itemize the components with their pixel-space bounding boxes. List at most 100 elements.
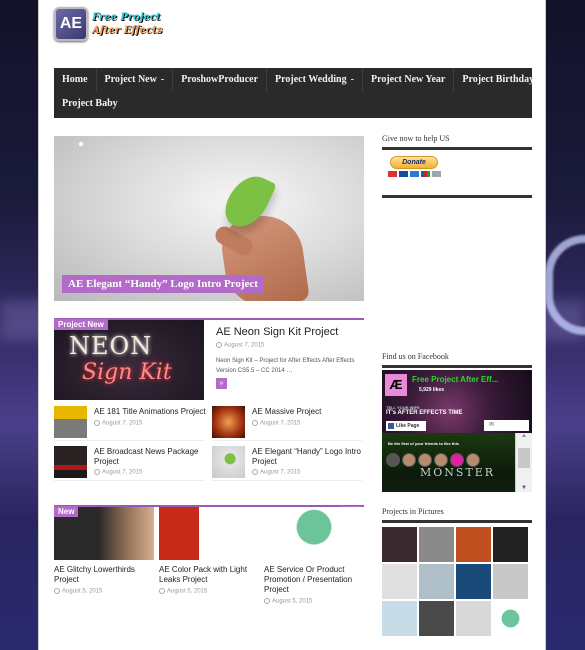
fan-avatar[interactable] (418, 453, 432, 467)
list-item[interactable]: AE Elegant “Handy” Logo Intro Project Au… (212, 443, 362, 481)
site-logo[interactable]: AE Free Project After Effects (54, 7, 162, 41)
facebook-friends-text: Be the first of your friends to like thi… (388, 441, 459, 446)
fan-avatar[interactable] (402, 453, 416, 467)
ae-logo-icon: AE (54, 7, 88, 41)
logo-line-1: Free Project (92, 12, 161, 23)
main-navigation: Home Project New - ProshowProducer Projec… (54, 68, 534, 118)
post-title[interactable]: AE Broadcast News Package Project (94, 447, 206, 467)
section-label[interactable]: Project New (54, 319, 108, 330)
post-thumbnail[interactable] (264, 507, 364, 560)
bank-card-icon (432, 171, 441, 177)
clock-icon (54, 588, 60, 594)
list-item[interactable]: AE Massive Project August 7, 2015 (212, 403, 362, 441)
facebook-message-button[interactable]: ✉ (484, 420, 529, 431)
clock-icon (216, 342, 222, 348)
post-title[interactable]: AE Service Or Product Promotion / Presen… (264, 565, 364, 595)
nav-label: Project New (104, 74, 157, 85)
post-thumbnail[interactable] (54, 406, 87, 438)
scroll-down-icon[interactable]: ▼ (516, 485, 532, 491)
facebook-like-button[interactable]: Like Page (386, 421, 426, 431)
nav-item-home[interactable]: Home (54, 68, 97, 92)
date-text: August 7, 2015 (102, 420, 143, 427)
fan-avatar[interactable] (434, 453, 448, 467)
facebook-page-avatar[interactable]: Æ (385, 374, 407, 396)
divider (382, 195, 532, 198)
clock-icon (252, 420, 258, 426)
nav-label: Project Birthday (462, 74, 535, 85)
picture-thumbnail[interactable] (456, 601, 491, 636)
scrollbar-thumb[interactable] (518, 448, 530, 468)
facebook-page-name[interactable]: Free Project After Eff... (412, 375, 498, 384)
nav-label: Project New Year (370, 74, 446, 85)
featured-post-title[interactable]: AE Neon Sign Kit Project (216, 326, 338, 338)
carousel-item[interactable]: AE Service Or Product Promotion / Presen… (264, 507, 364, 605)
nav-label: Project Wedding (275, 74, 347, 85)
picture-thumbnail[interactable] (456, 527, 491, 562)
picture-thumbnail[interactable] (456, 564, 491, 599)
picture-thumbnail[interactable] (419, 601, 454, 636)
list-item[interactable]: AE Broadcast News Package Project August… (54, 443, 204, 481)
carousel-item[interactable]: AE Glitchy Lowerthirds Project August 5,… (54, 507, 154, 595)
amex-icon (410, 171, 419, 177)
jcb-icon (421, 171, 430, 177)
slider-pagination-dot[interactable] (79, 142, 83, 146)
fan-avatar[interactable] (466, 453, 480, 467)
featured-post-image[interactable]: NEON Sign Kit (54, 320, 204, 400)
date-text: August 5, 2015 (167, 588, 208, 595)
list-item[interactable]: AE 181 Title Animations Project August 7… (54, 403, 206, 441)
picture-thumbnail[interactable] (382, 601, 417, 636)
picture-thumbnail[interactable] (382, 564, 417, 599)
fan-avatar[interactable] (450, 453, 464, 467)
dropdown-icon: - (350, 74, 354, 85)
date-text: August 7, 2015 (102, 469, 143, 476)
facebook-page-plugin: Æ Free Project After Eff... 5,929 likes … (382, 370, 532, 492)
date-text: August 7, 2015 (260, 469, 301, 476)
nav-item-project-baby[interactable]: Project Baby (54, 92, 126, 116)
facebook-widget-header: Find us on Facebook (382, 352, 532, 368)
nav-item-project-new[interactable]: Project New - (97, 68, 174, 92)
post-title[interactable]: AE Color Pack with Light Leaks Project (159, 565, 259, 585)
featured-slider[interactable]: AE Elegant “Handy” Logo Intro Project (54, 136, 364, 301)
post-date: August 7, 2015 (216, 342, 264, 349)
picture-thumbnail[interactable] (419, 564, 454, 599)
carousel-item[interactable]: AE Color Pack with Light Leaks Project A… (159, 507, 259, 595)
picture-thumbnail[interactable] (382, 527, 417, 562)
date-text: August 7, 2015 (224, 342, 265, 349)
picture-thumbnail[interactable] (493, 527, 528, 562)
post-title[interactable]: AE Elegant “Handy” Logo Intro Project (252, 447, 364, 467)
nav-item-proshow-producer[interactable]: ProshowProducer (173, 68, 268, 92)
post-thumbnail[interactable] (159, 507, 259, 560)
fan-avatar[interactable] (386, 453, 400, 467)
facebook-scrollbar[interactable]: ▲ ▼ (515, 433, 532, 492)
nav-item-project-new-year[interactable]: Project New Year (363, 68, 455, 92)
post-title[interactable]: AE 181 Title Animations Project (94, 407, 206, 417)
nav-item-project-wedding[interactable]: Project Wedding - (267, 68, 363, 92)
post-title[interactable]: AE Glitchy Lowerthirds Project (54, 565, 154, 585)
scroll-up-icon[interactable]: ▲ (516, 433, 532, 439)
donate-button[interactable]: Donate (390, 156, 438, 169)
widget-title: Find us on Facebook (382, 352, 532, 368)
post-date: August 7, 2015 (252, 469, 300, 476)
nav-item-project-birthday[interactable]: Project Birthday (454, 68, 542, 92)
banner-text: MONSTER (420, 466, 496, 479)
section-label[interactable]: New (54, 506, 79, 517)
post-thumbnail[interactable] (212, 406, 245, 438)
tagline-main: IT's AFTER EFFECTS TIME (386, 410, 463, 416)
picture-thumbnail[interactable] (493, 564, 528, 599)
clock-icon (94, 469, 100, 475)
visa-icon (399, 171, 408, 177)
like-label: Like Page (396, 423, 420, 429)
post-date: August 5, 2015 (264, 598, 364, 605)
read-more-button[interactable]: » (216, 378, 227, 389)
featured-post-excerpt: Neon Sign Kit – Project for After Effect… (216, 358, 355, 374)
picture-thumbnail[interactable] (493, 601, 528, 636)
picture-thumbnail[interactable] (419, 527, 454, 562)
post-title[interactable]: AE Massive Project (252, 407, 364, 417)
pictures-widget-header: Projects in Pictures (382, 507, 532, 523)
dropdown-icon: - (160, 74, 165, 85)
post-thumbnail[interactable] (212, 446, 245, 478)
post-thumbnail[interactable] (54, 446, 87, 478)
slider-caption[interactable]: AE Elegant “Handy” Logo Intro Project (62, 275, 264, 293)
date-text: August 5, 2015 (62, 588, 103, 595)
donate-widget: Give now to help US Donate (382, 134, 532, 198)
